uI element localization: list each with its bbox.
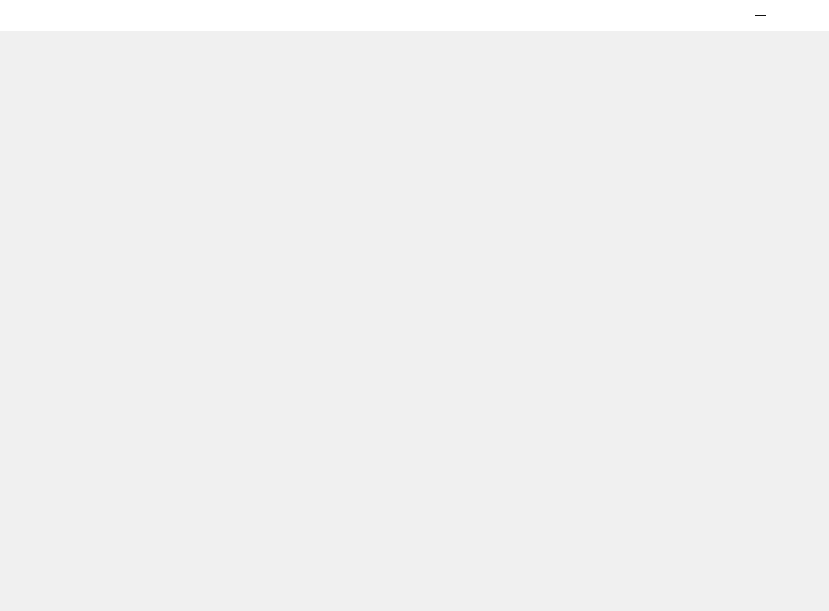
title-bar [0, 0, 829, 31]
maximize-button[interactable] [738, 0, 784, 31]
